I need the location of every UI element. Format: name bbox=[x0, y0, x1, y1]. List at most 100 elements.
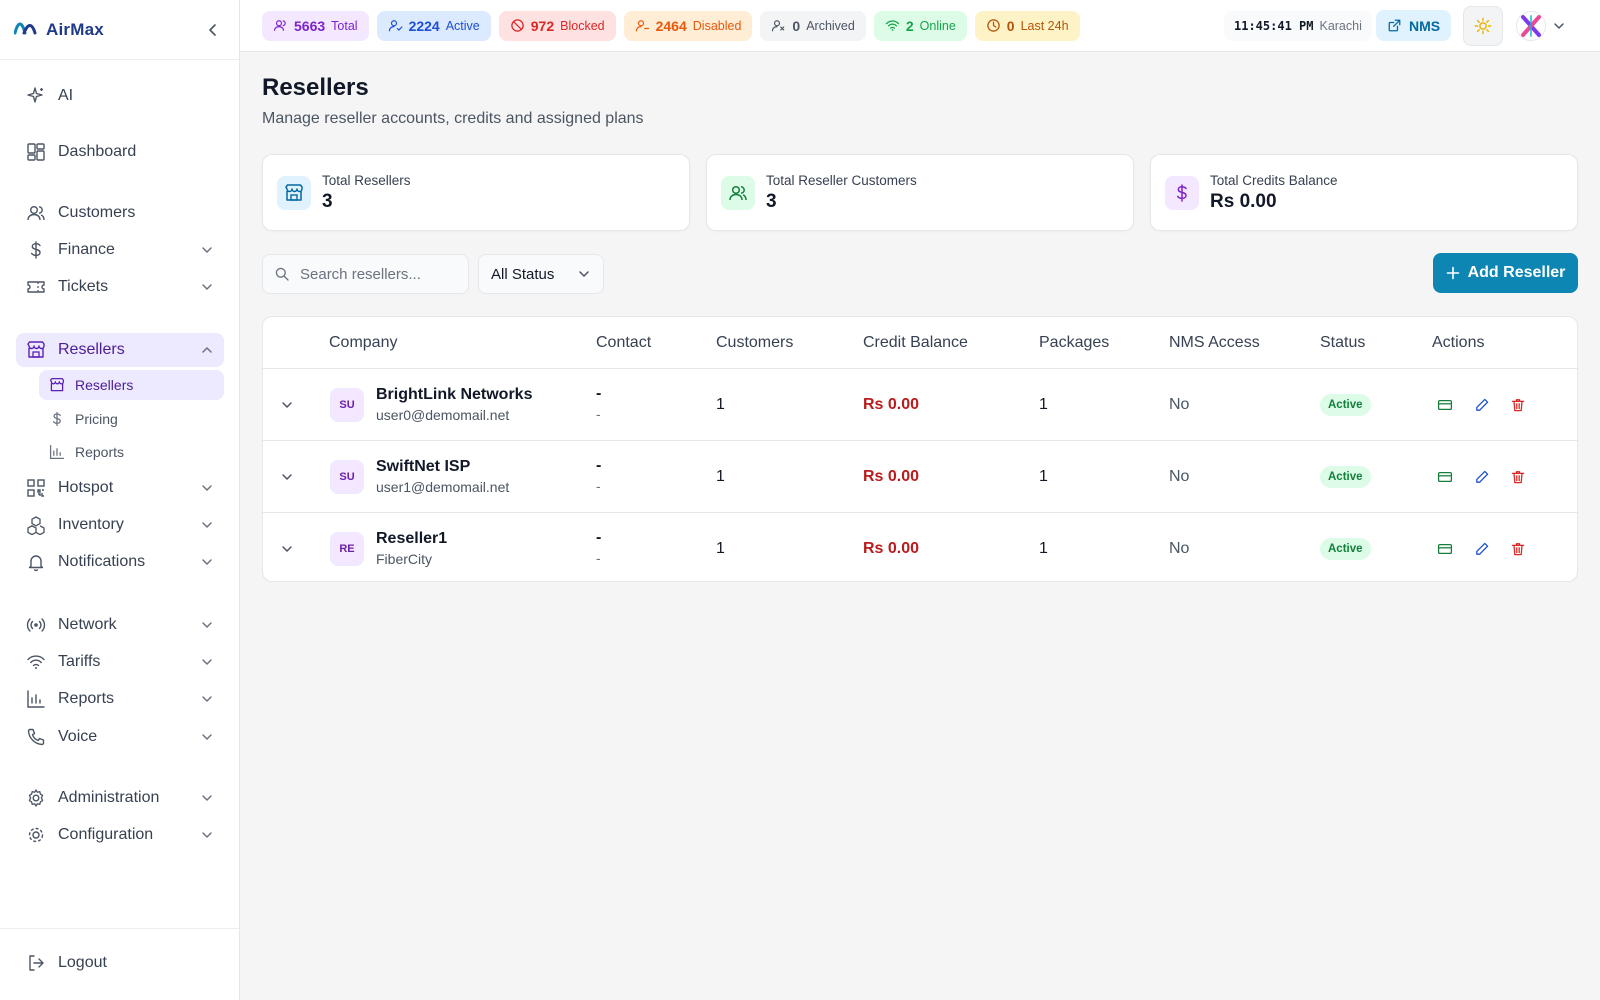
chevron-down-icon bbox=[200, 618, 214, 632]
theme-toggle-button[interactable] bbox=[1463, 6, 1503, 46]
nms-access: No bbox=[1169, 396, 1190, 413]
chevron-left-icon bbox=[209, 23, 216, 36]
sidebar-subitem-label: Reports bbox=[75, 444, 125, 460]
gear-icon bbox=[26, 788, 46, 808]
logout-button[interactable]: Logout bbox=[16, 946, 224, 980]
chip-label: Blocked bbox=[560, 18, 605, 33]
user-menu[interactable] bbox=[1516, 11, 1566, 41]
stat-card-total-resellers: Total Resellers 3 bbox=[262, 154, 690, 231]
users-icon bbox=[721, 175, 755, 210]
contact-secondary: - bbox=[596, 406, 601, 422]
contact-secondary: - bbox=[596, 550, 601, 566]
chip-last-24h[interactable]: 0 Last 24h bbox=[974, 10, 1080, 41]
add-reseller-button[interactable]: Add Reseller bbox=[1433, 253, 1578, 293]
sidebar-subitem-label: Resellers bbox=[75, 377, 134, 393]
edit-button[interactable] bbox=[1470, 393, 1494, 417]
sidebar-subitem-pricing[interactable]: Pricing bbox=[39, 404, 224, 434]
sidebar-subitem-reports[interactable]: Reports bbox=[39, 437, 224, 467]
sidebar-item-dashboard[interactable]: Dashboard bbox=[16, 135, 224, 169]
trash-icon bbox=[1511, 399, 1525, 412]
credit-card-button[interactable] bbox=[1433, 465, 1457, 489]
sidebar-subitem-label: Pricing bbox=[75, 411, 118, 427]
stat-label: Total Reseller Customers bbox=[766, 172, 917, 188]
search-input[interactable] bbox=[300, 265, 450, 283]
sidebar-item-voice[interactable]: Voice bbox=[16, 720, 224, 754]
chip-label: Online bbox=[919, 18, 956, 33]
bar-chart-icon bbox=[26, 689, 46, 709]
nms-button[interactable]: NMS bbox=[1376, 10, 1452, 41]
chevron-down-icon bbox=[200, 555, 214, 569]
sidebar-item-label: AI bbox=[58, 87, 74, 104]
credit-card-icon bbox=[1437, 399, 1453, 411]
expand-row-chevron-icon[interactable] bbox=[277, 395, 297, 415]
chip-online[interactable]: 2 Online bbox=[873, 10, 967, 41]
sidebar-subitem-resellers[interactable]: Resellers bbox=[39, 370, 224, 400]
sidebar-item-ai[interactable]: AI bbox=[16, 79, 224, 113]
pencil-icon bbox=[1476, 398, 1489, 411]
credit-card-button[interactable] bbox=[1433, 537, 1457, 561]
delete-button[interactable] bbox=[1506, 537, 1530, 561]
column-header-company[interactable]: Company bbox=[329, 334, 397, 352]
collapse-sidebar-button[interactable] bbox=[201, 18, 225, 42]
nms-access: No bbox=[1169, 540, 1190, 557]
contact-primary: - bbox=[596, 529, 602, 546]
table-row[interactable]: SU SwiftNet ISP user1@demomail.net - - 1… bbox=[263, 441, 1577, 513]
sidebar-item-inventory[interactable]: Inventory bbox=[16, 508, 224, 542]
sidebar-item-label: Tickets bbox=[58, 278, 109, 295]
column-header-credit-balance[interactable]: Credit Balance bbox=[863, 334, 968, 352]
store-icon bbox=[277, 175, 311, 210]
sidebar-item-hotspot[interactable]: Hotspot bbox=[16, 471, 224, 505]
edit-button[interactable] bbox=[1470, 465, 1494, 489]
delete-button[interactable] bbox=[1506, 465, 1530, 489]
column-header-packages[interactable]: Packages bbox=[1039, 334, 1109, 352]
expand-row-chevron-icon[interactable] bbox=[277, 539, 297, 559]
sidebar-item-tariffs[interactable]: Tariffs bbox=[16, 645, 224, 679]
chip-disabled[interactable]: 2464 Disabled bbox=[623, 10, 753, 41]
company-name[interactable]: BrightLink Networks bbox=[376, 386, 532, 404]
sidebar-item-notifications[interactable]: Notifications bbox=[16, 545, 224, 579]
credit-card-button[interactable] bbox=[1433, 393, 1457, 417]
table-row[interactable]: RE Reseller1 FiberCity - - 1 Rs 0.00 1 N… bbox=[263, 513, 1577, 581]
stat-value: 3 bbox=[322, 190, 333, 212]
dollar-icon bbox=[1165, 175, 1199, 210]
status-filter-value: All Status bbox=[491, 265, 555, 283]
edit-button[interactable] bbox=[1470, 537, 1494, 561]
sidebar-item-administration[interactable]: Administration bbox=[16, 781, 224, 815]
chip-count: 5663 bbox=[294, 17, 326, 34]
sidebar-item-finance[interactable]: Finance bbox=[16, 233, 224, 267]
sidebar-item-resellers[interactable]: Resellers bbox=[16, 333, 224, 367]
chip-active[interactable]: 2224 Active bbox=[376, 10, 491, 41]
phone-icon bbox=[26, 727, 46, 747]
packages-count: 1 bbox=[1039, 468, 1048, 485]
external-link-icon bbox=[1388, 19, 1401, 32]
company-avatar: SU bbox=[330, 388, 364, 422]
expand-row-chevron-icon[interactable] bbox=[277, 467, 297, 487]
chevron-down-icon bbox=[200, 243, 214, 257]
sidebar-item-tickets[interactable]: Tickets bbox=[16, 270, 224, 304]
status-filter-select[interactable]: All Status bbox=[478, 254, 604, 294]
sidebar-item-network[interactable]: Network bbox=[16, 608, 224, 642]
status-badge: Active bbox=[1320, 394, 1371, 416]
company-name[interactable]: Reseller1 bbox=[376, 530, 447, 548]
company-name[interactable]: SwiftNet ISP bbox=[376, 458, 470, 476]
column-header-contact[interactable]: Contact bbox=[596, 334, 651, 352]
brand-logo[interactable]: AirMax bbox=[13, 19, 104, 40]
delete-button[interactable] bbox=[1506, 393, 1530, 417]
sidebar-item-customers[interactable]: Customers bbox=[16, 196, 224, 230]
bar-chart-icon bbox=[49, 444, 65, 460]
sidebar-item-reports[interactable]: Reports bbox=[16, 682, 224, 716]
column-header-status[interactable]: Status bbox=[1320, 334, 1365, 352]
packages-count: 1 bbox=[1039, 540, 1048, 557]
chip-label: Total bbox=[331, 18, 358, 33]
status-badge: Active bbox=[1320, 466, 1371, 488]
radio-icon bbox=[26, 615, 46, 635]
column-header-customers[interactable]: Customers bbox=[716, 334, 793, 352]
chip-archived[interactable]: 0 Archived bbox=[760, 10, 866, 41]
chip-blocked[interactable]: 972 Blocked bbox=[498, 10, 616, 41]
column-header-nms-access[interactable]: NMS Access bbox=[1169, 334, 1260, 352]
user-check-icon bbox=[388, 20, 403, 32]
chip-count: 0 bbox=[792, 17, 801, 34]
table-row[interactable]: SU BrightLink Networks user0@demomail.ne… bbox=[263, 369, 1577, 441]
chip-total[interactable]: 5663 Total bbox=[262, 10, 369, 41]
sidebar-item-configuration[interactable]: Configuration bbox=[16, 818, 224, 852]
